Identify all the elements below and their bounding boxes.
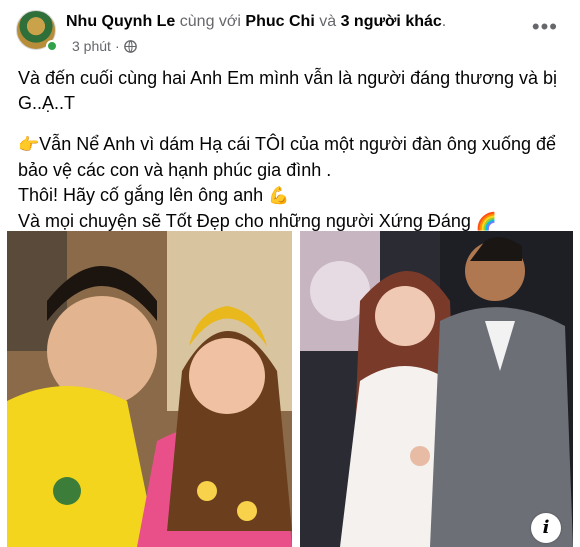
ellipsis-icon[interactable]: ••• (532, 16, 558, 38)
globe-icon[interactable] (123, 39, 137, 53)
photo-2-illustration (300, 231, 573, 547)
separator-dot: · (114, 38, 120, 54)
photo-1[interactable] (7, 231, 292, 547)
post-line: bảo vệ các con và hạnh phúc gia đình . (18, 160, 332, 180)
post-line: 👉Vẫn Nể Anh vì dám Hạ cái TÔI của một ng… (18, 132, 566, 158)
post-text: Và đến cuối cùng hai Anh Em mình vẫn là … (18, 66, 566, 235)
pointing-hand-icon: 👉 (18, 135, 40, 155)
info-icon[interactable]: i (531, 513, 561, 543)
online-status-icon (46, 40, 58, 52)
photo-1-illustration (7, 231, 292, 547)
post-line: Thôi! Hãy cố gắng lên ông anh 💪 (18, 183, 566, 209)
flexed-biceps-icon: 💪 (268, 186, 290, 206)
period-text: . (441, 13, 447, 30)
author-line: Nhu Quynh Le cùng với Phuc Chi và 3 ngườ… (66, 13, 446, 31)
post-line-text: Vẫn Nể Anh vì dám Hạ cái TÔI của một ngư… (39, 134, 556, 154)
and-text: và (319, 13, 337, 30)
author-name[interactable]: Nhu Quynh Le (66, 13, 175, 30)
post-meta: 3 phút · (72, 38, 137, 54)
photo-2[interactable]: i (300, 231, 573, 547)
post-line: G..Ạ..T (18, 93, 76, 113)
timestamp[interactable]: 3 phút (72, 38, 111, 54)
rainbow-icon: 🌈 (475, 212, 498, 232)
tagged-name[interactable]: Phuc Chi (245, 13, 314, 30)
with-text: cùng với (179, 13, 241, 30)
post-line: Và đến cuối cùng hai Anh Em mình vẫn là … (18, 68, 558, 88)
photo-grid: i (7, 231, 573, 547)
post-line-text: Thôi! Hãy cố gắng lên ông anh (18, 185, 264, 205)
post-line-text: Và mọi chuyện sẽ Tốt Đẹp cho những người… (18, 211, 471, 231)
others-link[interactable]: 3 người khác (341, 13, 442, 30)
post-header: Nhu Quynh Le cùng với Phuc Chi và 3 ngườ… (16, 10, 564, 58)
